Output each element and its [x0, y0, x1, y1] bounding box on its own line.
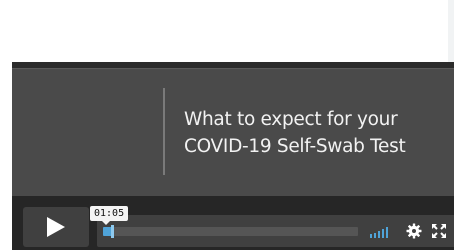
controls-bar: [97, 215, 454, 247]
slide-title: What to expect for your COVID-19 Self-Sw…: [184, 106, 449, 160]
slide-title-line-1: What to expect for your: [184, 109, 398, 130]
gear-icon[interactable]: [406, 223, 422, 239]
play-button[interactable]: [23, 207, 89, 247]
volume-icon[interactable]: [370, 226, 394, 238]
fullscreen-icon[interactable]: [431, 223, 447, 239]
slide-title-line-2: COVID-19 Self-Swab Test: [184, 136, 406, 157]
video-slide: What to expect for your COVID-19 Self-Sw…: [12, 68, 454, 197]
volume-bar-2: [374, 233, 376, 238]
volume-bar-3: [378, 231, 380, 238]
volume-bar-4: [382, 229, 384, 238]
volume-bar-5: [386, 227, 388, 238]
play-icon: [47, 217, 65, 237]
volume-bar-1: [370, 234, 372, 238]
progress-handle[interactable]: [111, 225, 114, 238]
slide-divider: [163, 88, 165, 175]
current-time-tooltip: 01:05: [90, 206, 129, 225]
progress-bar[interactable]: [103, 225, 358, 238]
